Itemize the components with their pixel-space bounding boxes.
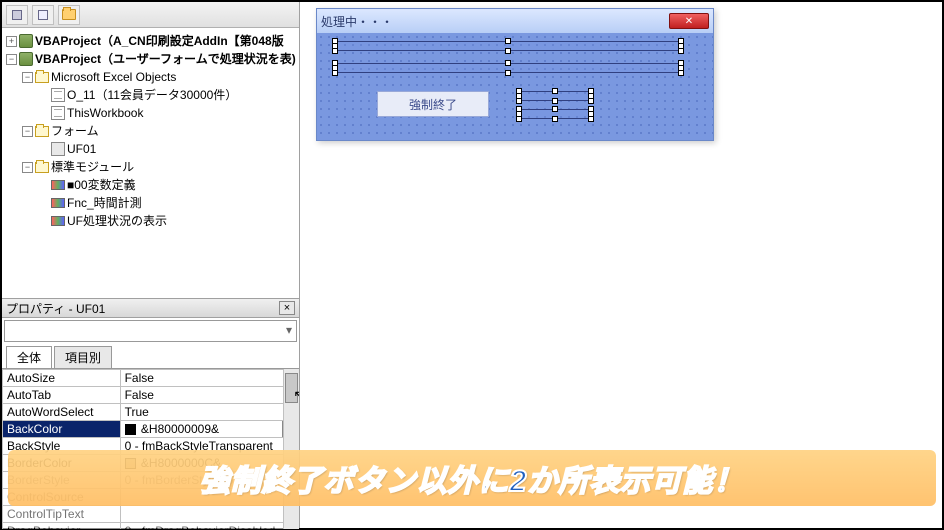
property-value[interactable] xyxy=(120,506,298,523)
color-swatch xyxy=(125,424,136,435)
property-row[interactable]: BackColor &H80000009&▼ xyxy=(3,421,299,438)
property-row[interactable]: DragBehavior 0 - fmDragBehaviorDisabled xyxy=(3,523,299,530)
tree-item[interactable]: ■00変数定義 xyxy=(67,176,136,194)
force-quit-button-label: 強制終了 xyxy=(409,96,457,113)
folder-icon xyxy=(35,72,49,83)
expand-toggle[interactable]: + xyxy=(6,36,17,47)
caption-text: 強制終了ボタン以外に2か所表示可能！ xyxy=(200,456,745,500)
selected-label-control-2[interactable] xyxy=(335,63,681,73)
project-tree[interactable]: + VBAProject（A_CN印刷設定AddIn【第048版 − VBAPr… xyxy=(2,28,299,298)
property-row[interactable]: AutoSize False xyxy=(3,370,299,387)
tab-all[interactable]: 全体 xyxy=(6,346,52,368)
tree-item[interactable]: O_11（11会員データ30000件） xyxy=(67,86,237,104)
tree-item[interactable]: Fnc_時間計測 xyxy=(67,194,142,212)
selected-label-control-1[interactable] xyxy=(335,41,681,51)
properties-tabs: 全体 項目別 xyxy=(2,344,299,369)
property-value[interactable]: &H80000009&▼ xyxy=(120,421,298,438)
userform-close-button[interactable]: ✕ xyxy=(669,13,709,29)
folder-label[interactable]: フォーム xyxy=(51,122,99,140)
toggle-folders-button[interactable] xyxy=(58,5,80,25)
folder-label[interactable]: Microsoft Excel Objects xyxy=(51,68,176,86)
userform-window[interactable]: 処理中・・・ ✕ 強制終了 xyxy=(316,8,714,141)
caption-overlay: 強制終了ボタン以外に2か所表示可能！ xyxy=(8,450,936,506)
property-name[interactable]: DragBehavior xyxy=(3,523,121,530)
view-object-button[interactable] xyxy=(32,5,54,25)
expand-toggle[interactable]: − xyxy=(6,54,17,65)
folder-icon xyxy=(35,126,49,137)
properties-titlebar: プロパティ - UF01 × xyxy=(2,298,299,318)
userform-icon xyxy=(51,142,65,156)
vba-project-icon xyxy=(19,52,33,66)
force-quit-button[interactable]: 強制終了 xyxy=(377,91,489,117)
property-name[interactable]: AutoTab xyxy=(3,387,121,404)
vba-project-icon xyxy=(19,34,33,48)
tree-item[interactable]: UF01 xyxy=(67,140,96,158)
project-label[interactable]: VBAProject（ユーザーフォームで処理状況を表) xyxy=(35,50,296,68)
property-value[interactable]: False xyxy=(120,370,298,387)
property-value[interactable]: 0 - fmDragBehaviorDisabled xyxy=(120,523,298,530)
userform-title-label: 処理中・・・ xyxy=(321,13,393,30)
scrollbar-thumb[interactable] xyxy=(285,373,298,403)
property-name[interactable]: ControlTipText xyxy=(3,506,121,523)
project-toolbar xyxy=(2,2,299,28)
property-row[interactable]: AutoTab False xyxy=(3,387,299,404)
module-icon xyxy=(51,216,65,226)
folder-icon xyxy=(35,162,49,173)
property-row[interactable]: AutoWordSelect True xyxy=(3,404,299,421)
tab-categorized[interactable]: 項目別 xyxy=(54,346,112,368)
object-selector-dropdown[interactable] xyxy=(4,320,297,342)
view-code-button[interactable] xyxy=(6,5,28,25)
selected-label-control-4[interactable] xyxy=(519,109,591,119)
module-icon xyxy=(51,180,65,190)
module-icon xyxy=(51,198,65,208)
property-value[interactable]: True xyxy=(120,404,298,421)
property-value[interactable]: False xyxy=(120,387,298,404)
tree-item[interactable]: ThisWorkbook xyxy=(67,104,143,122)
tree-item[interactable]: UF処理状況の表示 xyxy=(67,212,167,230)
folder-label[interactable]: 標準モジュール xyxy=(51,158,134,176)
property-name[interactable]: AutoWordSelect xyxy=(3,404,121,421)
expand-toggle[interactable]: − xyxy=(22,162,33,173)
properties-title-label: プロパティ - UF01 xyxy=(6,300,105,317)
expand-toggle[interactable]: − xyxy=(22,72,33,83)
folder-icon xyxy=(62,9,76,20)
selected-label-control-3[interactable] xyxy=(519,91,591,101)
sheet-icon xyxy=(51,88,65,102)
property-name[interactable]: AutoSize xyxy=(3,370,121,387)
property-row[interactable]: ControlTipText xyxy=(3,506,299,523)
workbook-icon xyxy=(51,106,65,120)
userform-titlebar[interactable]: 処理中・・・ ✕ xyxy=(317,9,713,33)
userform-body[interactable]: 強制終了 xyxy=(317,33,713,140)
project-label[interactable]: VBAProject（A_CN印刷設定AddIn【第048版 xyxy=(35,32,284,50)
expand-toggle[interactable]: − xyxy=(22,126,33,137)
property-name[interactable]: BackColor xyxy=(3,421,121,438)
properties-close-button[interactable]: × xyxy=(279,301,295,315)
